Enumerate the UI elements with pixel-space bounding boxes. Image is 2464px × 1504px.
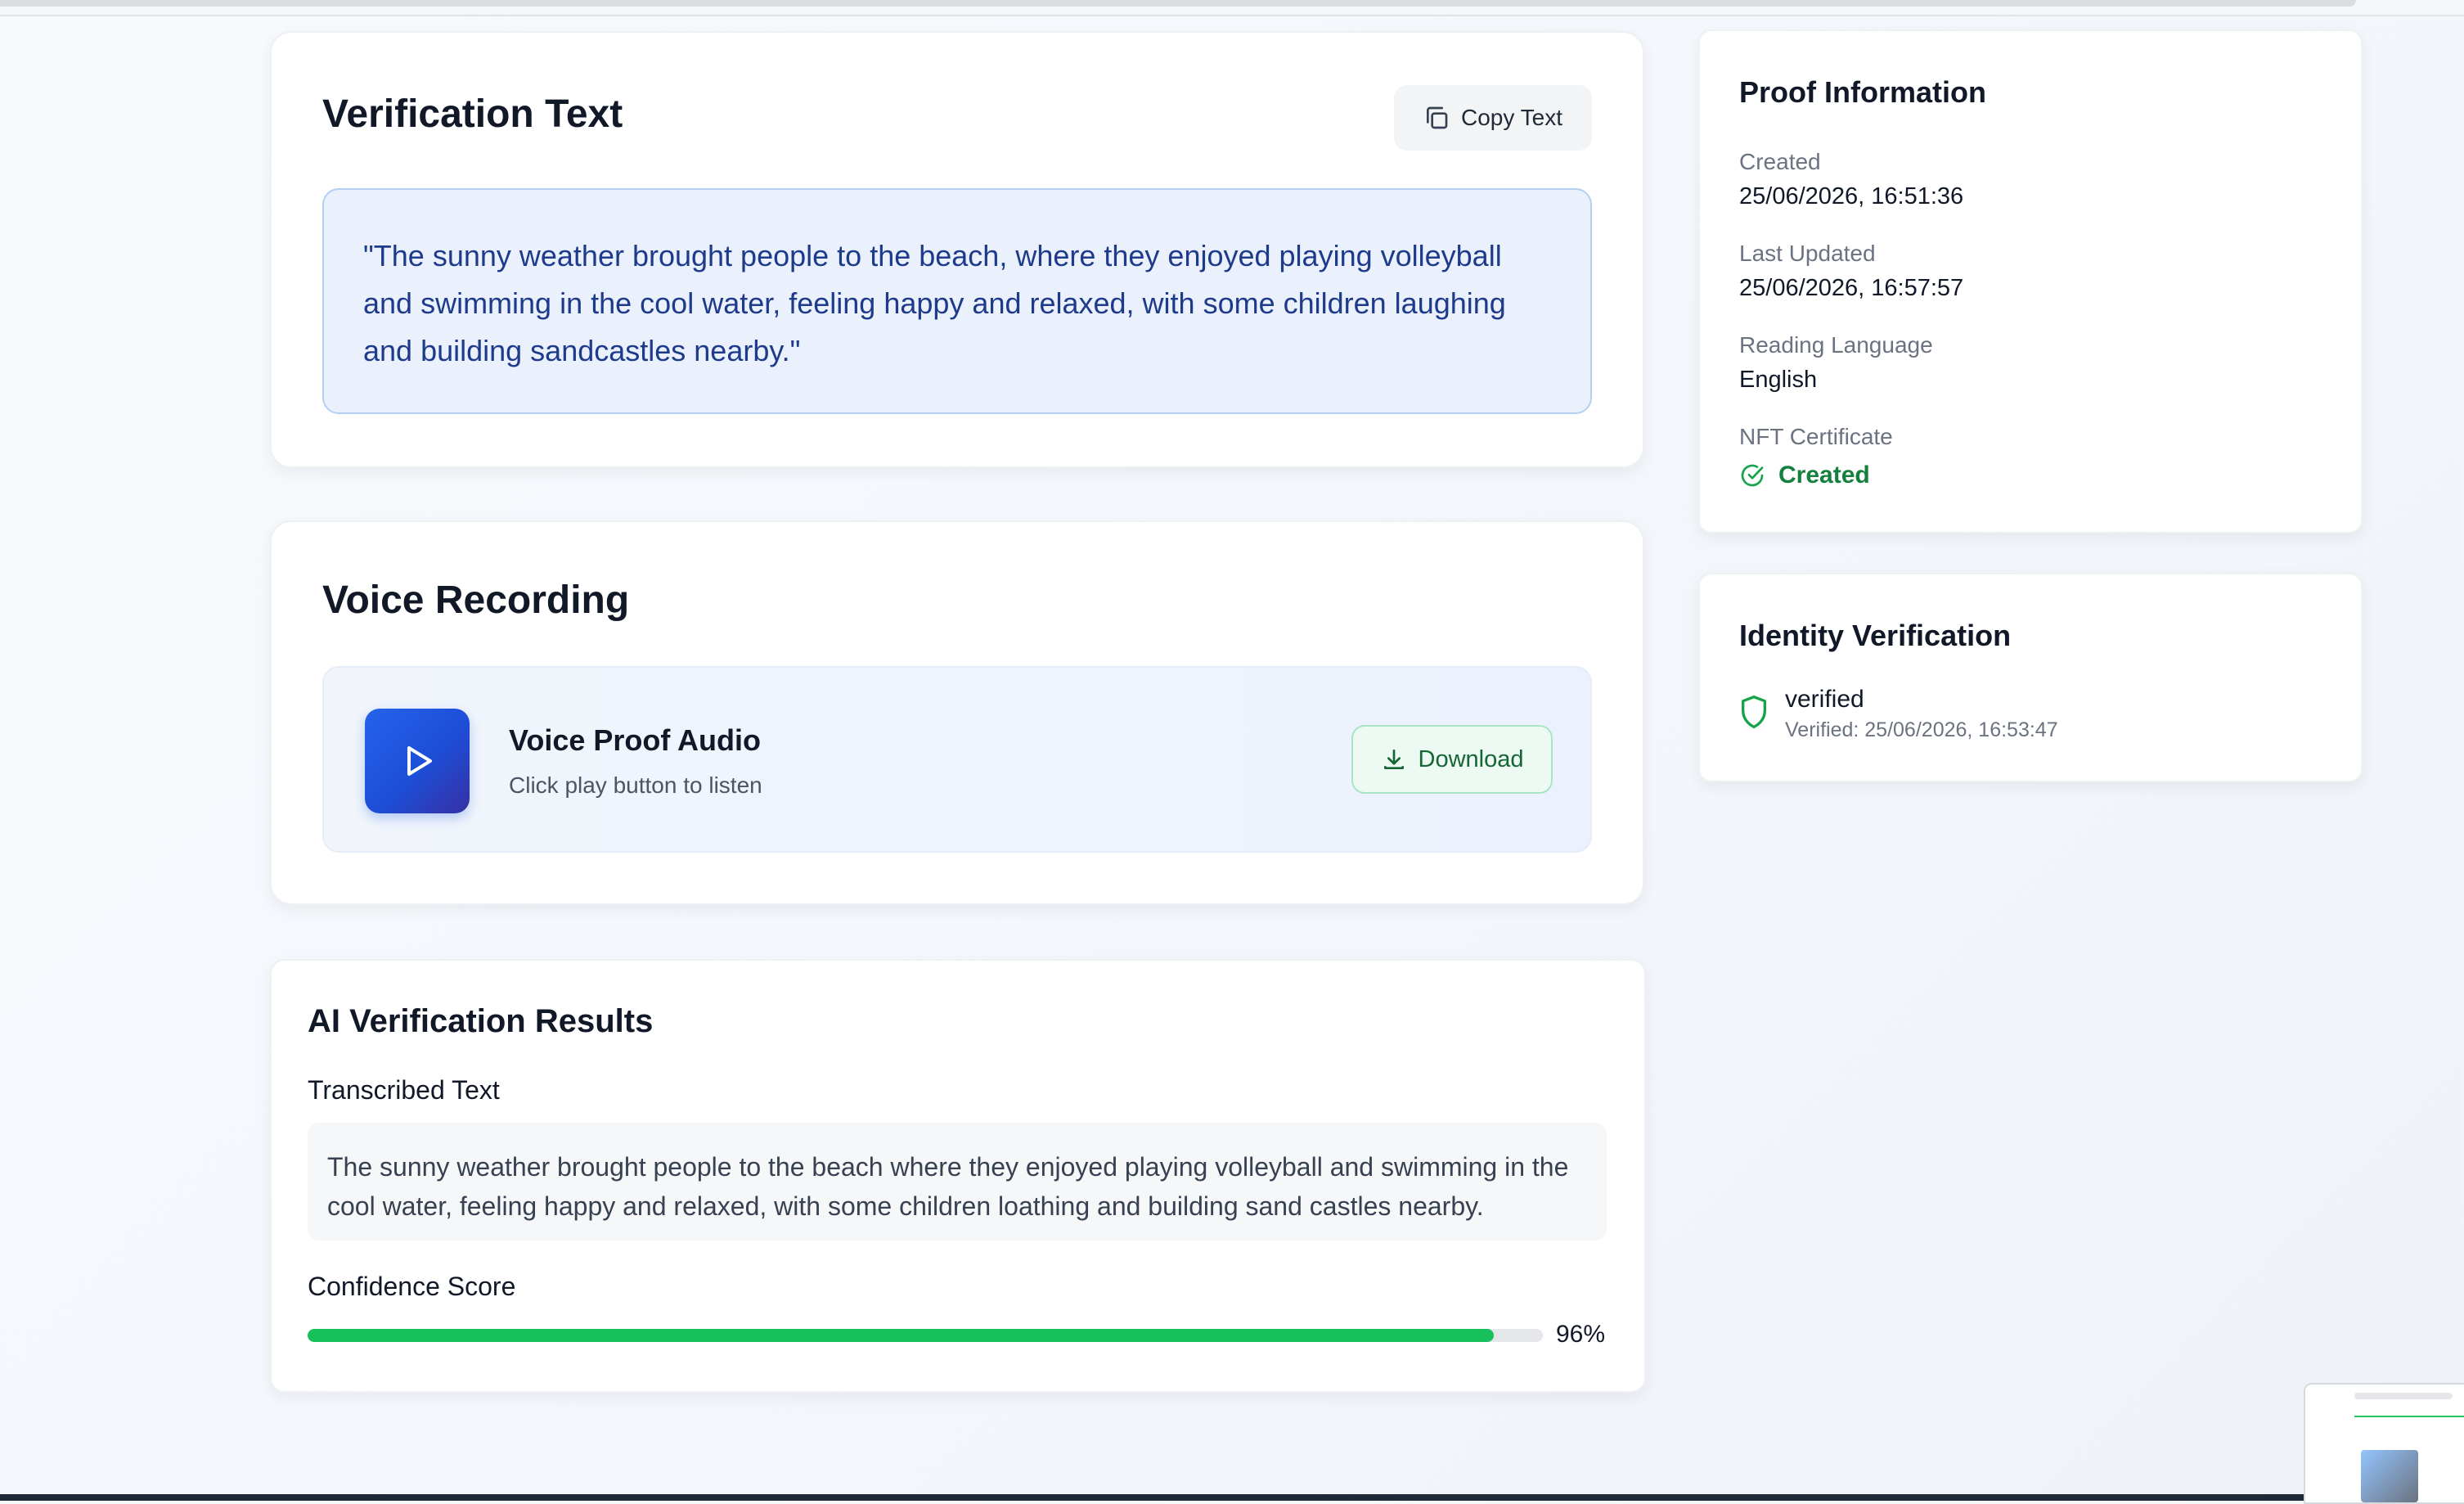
last-updated-value: 25/06/2026, 16:57:57 bbox=[1739, 275, 1964, 301]
audio-title: Voice Proof Audio bbox=[509, 723, 762, 757]
nft-certificate-status: Created bbox=[1739, 462, 1870, 489]
download-icon bbox=[1381, 746, 1407, 772]
audio-subtitle: Click play button to listen bbox=[509, 772, 762, 798]
identity-verification-title: Identity Verification bbox=[1739, 619, 2012, 652]
scroll-track bbox=[0, 0, 2356, 7]
confidence-score-value: 96% bbox=[1556, 1321, 1606, 1348]
transcribed-text: The sunny weather brought people to the … bbox=[308, 1123, 1607, 1241]
copy-text-label: Copy Text bbox=[1461, 105, 1562, 130]
browser-top-bar bbox=[0, 0, 2464, 16]
thumbnail-bar bbox=[2354, 1393, 2453, 1399]
nft-certificate-value: Created bbox=[1778, 462, 1870, 489]
reading-language-label: Reading Language bbox=[1739, 332, 1933, 358]
shield-icon bbox=[1738, 694, 1770, 730]
created-label: Created bbox=[1739, 149, 1821, 174]
verification-text-title: Verification Text bbox=[322, 92, 623, 136]
thumbnail-line bbox=[2354, 1416, 2464, 1417]
audio-player: Voice Proof Audio Click play button to l… bbox=[322, 666, 1592, 853]
proof-information-title: Proof Information bbox=[1739, 75, 1986, 109]
ai-results-title: AI Verification Results bbox=[308, 1003, 654, 1039]
voice-recording-title: Voice Recording bbox=[322, 579, 630, 622]
screenshot-thumbnail[interactable] bbox=[2304, 1383, 2464, 1504]
download-button[interactable]: Download bbox=[1351, 725, 1553, 794]
identity-verified-at: Verified: 25/06/2026, 16:53:47 bbox=[1785, 718, 2058, 741]
check-circle-icon bbox=[1739, 462, 1765, 489]
play-button[interactable] bbox=[365, 709, 470, 813]
confidence-progress-bar bbox=[308, 1329, 1543, 1342]
confidence-progress-fill bbox=[308, 1329, 1494, 1342]
thumbnail-image bbox=[2361, 1450, 2418, 1502]
transcribed-text-label: Transcribed Text bbox=[308, 1075, 500, 1105]
window-bottom-edge bbox=[0, 1494, 2304, 1501]
download-label: Download bbox=[1418, 745, 1524, 772]
nft-certificate-label: NFT Certificate bbox=[1739, 424, 1893, 449]
last-updated-label: Last Updated bbox=[1739, 241, 1876, 266]
created-value: 25/06/2026, 16:51:36 bbox=[1739, 183, 1964, 209]
play-icon bbox=[398, 741, 437, 781]
identity-status: verified bbox=[1785, 686, 1864, 713]
verification-quote: "The sunny weather brought people to the… bbox=[322, 188, 1592, 414]
identity-verification-card bbox=[1698, 573, 2363, 782]
confidence-score-label: Confidence Score bbox=[308, 1272, 516, 1301]
copy-icon bbox=[1423, 105, 1450, 131]
copy-text-button[interactable]: Copy Text bbox=[1394, 85, 1592, 151]
reading-language-value: English bbox=[1739, 367, 1818, 393]
